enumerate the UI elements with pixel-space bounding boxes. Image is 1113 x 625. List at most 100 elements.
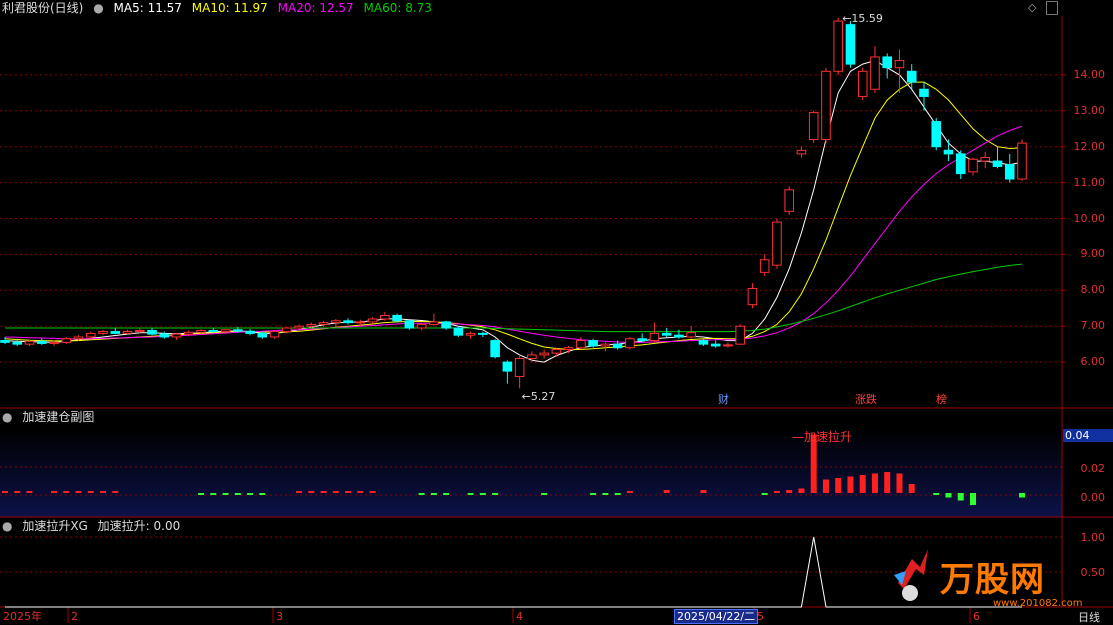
indicator-bar bbox=[14, 491, 21, 493]
candle-body bbox=[894, 60, 905, 69]
candle-body bbox=[955, 153, 966, 175]
indicator-bar bbox=[210, 493, 217, 495]
collapse-icon[interactable]: ● bbox=[2, 519, 12, 533]
candle-body bbox=[772, 221, 782, 266]
candle-body bbox=[453, 327, 464, 336]
indicator-bar bbox=[945, 493, 952, 498]
indicator-bar bbox=[541, 493, 548, 495]
candle-body bbox=[49, 341, 59, 344]
date-label: 2025年 bbox=[3, 610, 42, 623]
indicator-bar bbox=[198, 493, 205, 495]
indicator-bar bbox=[884, 472, 891, 493]
price-axis-label: 9.00 bbox=[1080, 247, 1106, 261]
candle-body bbox=[710, 343, 721, 347]
indicator-bar bbox=[234, 493, 241, 495]
indicator-bar bbox=[626, 491, 633, 493]
finance-badge[interactable]: 财 bbox=[716, 393, 731, 406]
indicator-bar bbox=[247, 493, 254, 495]
indicator-bar bbox=[51, 491, 58, 493]
collapse-icon[interactable]: ● bbox=[2, 410, 12, 424]
indicator-bar bbox=[957, 493, 964, 501]
candle-body bbox=[257, 332, 268, 338]
candle-body bbox=[514, 358, 525, 377]
candle-body bbox=[122, 331, 133, 334]
ma-line-ma5 bbox=[4, 59, 1023, 363]
candle-body bbox=[245, 330, 255, 334]
candle-body bbox=[980, 156, 991, 162]
candle-body bbox=[343, 320, 353, 324]
candle-body bbox=[796, 149, 807, 155]
candle-body bbox=[576, 340, 586, 349]
candle-body bbox=[24, 340, 35, 345]
candle-body bbox=[282, 327, 292, 333]
indicator-bar bbox=[614, 493, 621, 495]
candle-body bbox=[208, 330, 219, 333]
price-axis-label: 12.00 bbox=[1073, 139, 1106, 153]
indicator-bar bbox=[1019, 493, 1025, 498]
candle-body bbox=[698, 340, 709, 345]
date-label: 3 bbox=[276, 610, 283, 623]
indicator-bar bbox=[761, 493, 768, 495]
ranking-badge[interactable]: 榜 bbox=[934, 393, 949, 406]
indicator-bar bbox=[75, 491, 82, 493]
sub2-value: 加速拉升: 0.00 bbox=[97, 519, 181, 533]
date-label: 2 bbox=[71, 610, 78, 623]
candle-body bbox=[735, 325, 745, 345]
candle-body bbox=[367, 318, 378, 323]
price-axis-label: 6.00 bbox=[1080, 355, 1106, 369]
indicator-bar bbox=[896, 473, 903, 493]
candle-body bbox=[269, 331, 280, 338]
price-axis-label: 14.00 bbox=[1073, 67, 1106, 81]
current-date-cursor: 2025/04/22/二 bbox=[674, 609, 759, 624]
candle-body bbox=[588, 340, 598, 347]
indicator-bar bbox=[467, 493, 474, 495]
sub1-current-value: 0.04 bbox=[1063, 429, 1113, 442]
candle-body bbox=[85, 332, 96, 338]
candle-body bbox=[845, 24, 856, 65]
indicator-bar bbox=[296, 491, 303, 493]
candle-body bbox=[196, 330, 206, 333]
sub2-title[interactable]: 加速拉升XG bbox=[22, 519, 88, 533]
date-label: 4 bbox=[516, 610, 523, 623]
candle-body bbox=[429, 321, 439, 325]
candle-body bbox=[992, 160, 1003, 167]
candle-body bbox=[931, 121, 942, 148]
indicator-bar bbox=[320, 491, 327, 493]
candle-body bbox=[61, 338, 72, 343]
candle-body bbox=[759, 259, 770, 273]
indicator-bar bbox=[908, 484, 915, 493]
candle-body bbox=[625, 338, 635, 349]
price-axis-label: 8.00 bbox=[1080, 283, 1106, 297]
indicator-bar bbox=[430, 493, 437, 495]
candle-body bbox=[821, 70, 831, 141]
sub1-axis-label: 0.00 bbox=[1080, 491, 1106, 504]
indicator-bar bbox=[663, 490, 670, 493]
candle-body bbox=[551, 349, 562, 354]
limit-badge[interactable]: 涨跌 bbox=[853, 393, 879, 406]
candle-body bbox=[919, 88, 929, 97]
candle-body bbox=[502, 361, 513, 372]
signal-line bbox=[5, 536, 1022, 608]
high-price-annotation: ←15.59 bbox=[842, 11, 883, 25]
date-label: 6 bbox=[973, 610, 980, 623]
price-axis-label: 13.00 bbox=[1073, 103, 1106, 117]
sub2-axis-label: 1.00 bbox=[1080, 531, 1106, 544]
sub2-axis-label: 0.50 bbox=[1080, 566, 1106, 579]
candle-body bbox=[147, 330, 157, 335]
candle-body bbox=[331, 320, 341, 324]
candle-body bbox=[686, 332, 696, 338]
indicator-bar bbox=[112, 491, 119, 493]
indicator-bar bbox=[969, 493, 976, 505]
candle-body bbox=[808, 112, 819, 141]
indicator-bar bbox=[479, 493, 486, 495]
candle-body bbox=[527, 354, 537, 360]
sub1-title[interactable]: 加速建仓副图 bbox=[22, 410, 94, 424]
candle-body bbox=[318, 322, 329, 325]
candle-body bbox=[294, 325, 304, 329]
candle-body bbox=[404, 320, 415, 329]
candle-body bbox=[882, 56, 893, 69]
candle-body bbox=[1017, 142, 1027, 180]
candle-body bbox=[380, 314, 390, 320]
candle-body bbox=[306, 323, 317, 327]
candle-body bbox=[600, 343, 611, 347]
